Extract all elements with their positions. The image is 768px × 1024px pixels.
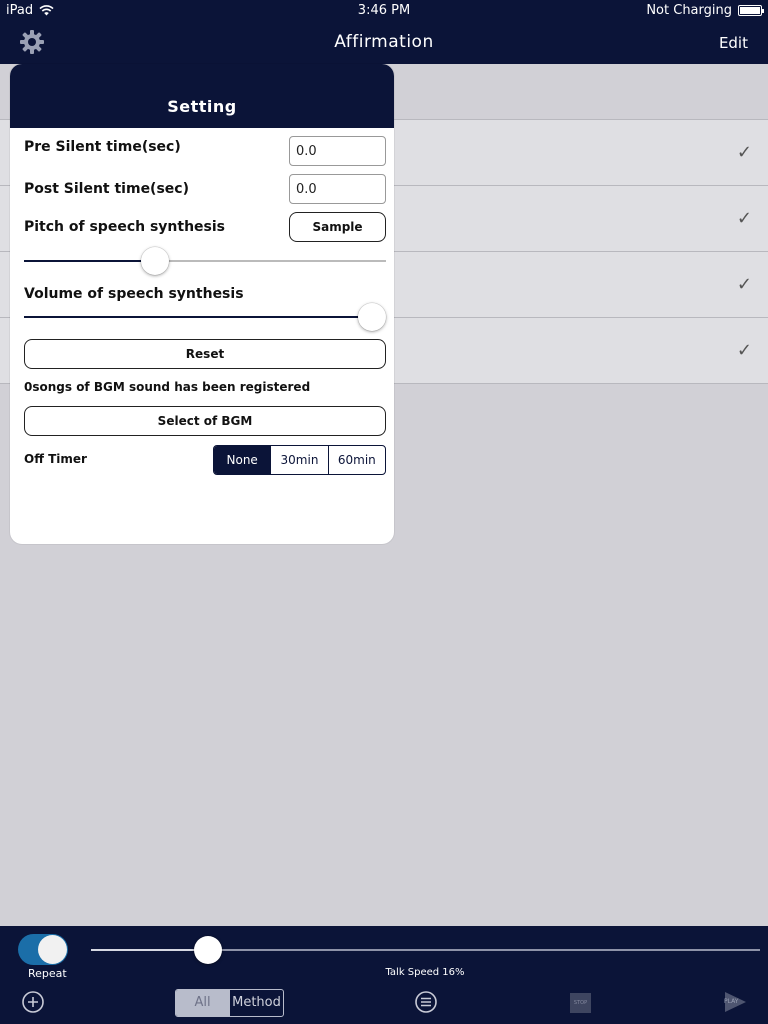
volume-slider-fill [24, 316, 372, 318]
sample-button[interactable]: Sample [289, 212, 386, 242]
add-icon[interactable] [21, 990, 45, 1014]
repeat-toggle[interactable] [18, 934, 68, 965]
talk-speed-thumb[interactable] [193, 936, 222, 964]
talk-speed-slider[interactable] [91, 936, 760, 964]
off-timer-label: Off Timer [24, 452, 87, 466]
talk-speed-label: Talk Speed 16% [385, 967, 465, 978]
checkmark-icon: ✓ [736, 208, 752, 229]
settings-title: Setting [167, 97, 237, 116]
pitch-label: Pitch of speech synthesis [24, 219, 226, 235]
pitch-slider-thumb[interactable] [140, 247, 169, 275]
off-timer-none[interactable]: None [214, 446, 271, 474]
pre-silent-label: Pre Silent time(sec) [24, 139, 181, 155]
checkmark-icon: ✓ [736, 340, 752, 361]
filter-segmented-control: All Method [175, 989, 284, 1017]
off-timer-60min[interactable]: 60min [327, 446, 385, 474]
pitch-slider[interactable] [24, 247, 386, 275]
play-button[interactable]: PLAY [722, 989, 748, 1015]
play-label: PLAY [724, 998, 739, 1005]
navigation-bar: Affirmation Edit [0, 22, 768, 64]
post-silent-label: Post Silent time(sec) [24, 181, 189, 197]
select-bgm-button[interactable]: Select of BGM [24, 406, 386, 436]
filter-all[interactable]: All [176, 990, 229, 1016]
checkmark-icon: ✓ [736, 274, 752, 295]
pre-silent-field[interactable] [289, 136, 386, 166]
talk-speed-fill [91, 949, 208, 951]
stop-button[interactable]: STOP [570, 993, 591, 1013]
off-timer-segmented-control: None 30min 60min [213, 445, 386, 475]
volume-slider[interactable] [24, 303, 386, 331]
status-bar: iPad 3:46 PM Not Charging [0, 0, 768, 22]
pitch-slider-fill [24, 260, 155, 262]
filter-method[interactable]: Method [229, 990, 283, 1016]
settings-header: Setting [10, 64, 394, 128]
page-title: Affirmation [334, 32, 434, 52]
volume-label: Volume of speech synthesis [24, 286, 244, 302]
battery-icon [738, 5, 764, 16]
checkmark-icon: ✓ [736, 142, 752, 163]
settings-popover: Setting Pre Silent time(sec) Post Silent… [10, 64, 394, 544]
reset-button[interactable]: Reset [24, 339, 386, 369]
post-silent-field[interactable] [289, 174, 386, 204]
repeat-toggle-knob [38, 935, 67, 964]
bottom-toolbar: Repeat Talk Speed 16% All Method STOP PL… [0, 926, 768, 1024]
bgm-count-note: 0songs of BGM sound has been registered [24, 380, 311, 394]
edit-button[interactable]: Edit [719, 34, 748, 52]
charging-status: Not Charging [646, 3, 732, 18]
volume-slider-thumb[interactable] [358, 303, 386, 331]
menu-list-icon[interactable] [414, 990, 438, 1014]
off-timer-30min[interactable]: 30min [270, 446, 327, 474]
